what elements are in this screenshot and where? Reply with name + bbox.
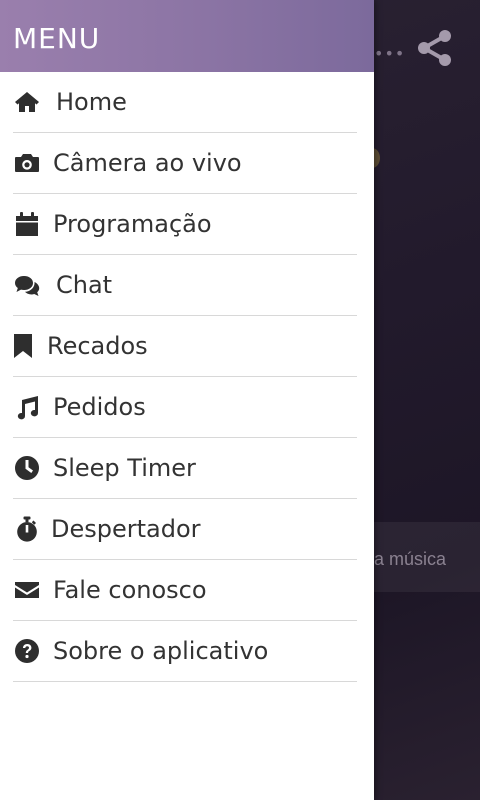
home-icon <box>13 88 41 116</box>
more-dots-icon[interactable]: ••• <box>374 44 405 63</box>
menu-item-sobre[interactable]: Sobre o aplicativo <box>13 621 357 682</box>
menu-item-recados[interactable]: Recados <box>13 316 357 377</box>
camera-icon <box>13 149 41 177</box>
menu-item-label: Programação <box>53 210 212 238</box>
menu-item-label: Fale conosco <box>53 576 207 604</box>
menu-item-label: Sleep Timer <box>53 454 196 482</box>
drawer-header: MENU <box>0 0 374 72</box>
menu-item-label: Pedidos <box>53 393 146 421</box>
envelope-icon <box>13 576 41 604</box>
menu-item-pedidos[interactable]: Pedidos <box>13 377 357 438</box>
question-icon <box>13 637 41 665</box>
chat-icon <box>13 271 41 299</box>
menu-list: Home Câmera ao vivo Programação Chat Rec <box>13 72 357 682</box>
menu-item-label: Câmera ao vivo <box>53 149 242 177</box>
menu-item-label: Recados <box>47 332 148 360</box>
menu-item-label: Sobre o aplicativo <box>53 637 269 665</box>
background-strip-text: a música <box>374 549 447 569</box>
menu-item-programacao[interactable]: Programação <box>13 194 357 255</box>
music-icon <box>13 393 41 421</box>
menu-item-label: Despertador <box>51 515 201 543</box>
calendar-icon <box>13 210 41 238</box>
bookmark-icon <box>13 332 33 360</box>
navigation-drawer: MENU Home Câmera ao vivo Programação Cha… <box>0 0 374 800</box>
menu-item-despertador[interactable]: Despertador <box>13 499 357 560</box>
share-icon[interactable] <box>416 28 454 68</box>
menu-item-sleep-timer[interactable]: Sleep Timer <box>13 438 357 499</box>
menu-item-chat[interactable]: Chat <box>13 255 357 316</box>
stopwatch-icon <box>13 515 41 543</box>
clock-icon <box>13 454 41 482</box>
menu-item-fale-conosco[interactable]: Fale conosco <box>13 560 357 621</box>
menu-item-camera[interactable]: Câmera ao vivo <box>13 133 357 194</box>
menu-item-home[interactable]: Home <box>13 72 357 133</box>
menu-item-label: Home <box>56 88 127 116</box>
menu-item-label: Chat <box>56 271 113 299</box>
drawer-title: MENU <box>13 22 101 55</box>
